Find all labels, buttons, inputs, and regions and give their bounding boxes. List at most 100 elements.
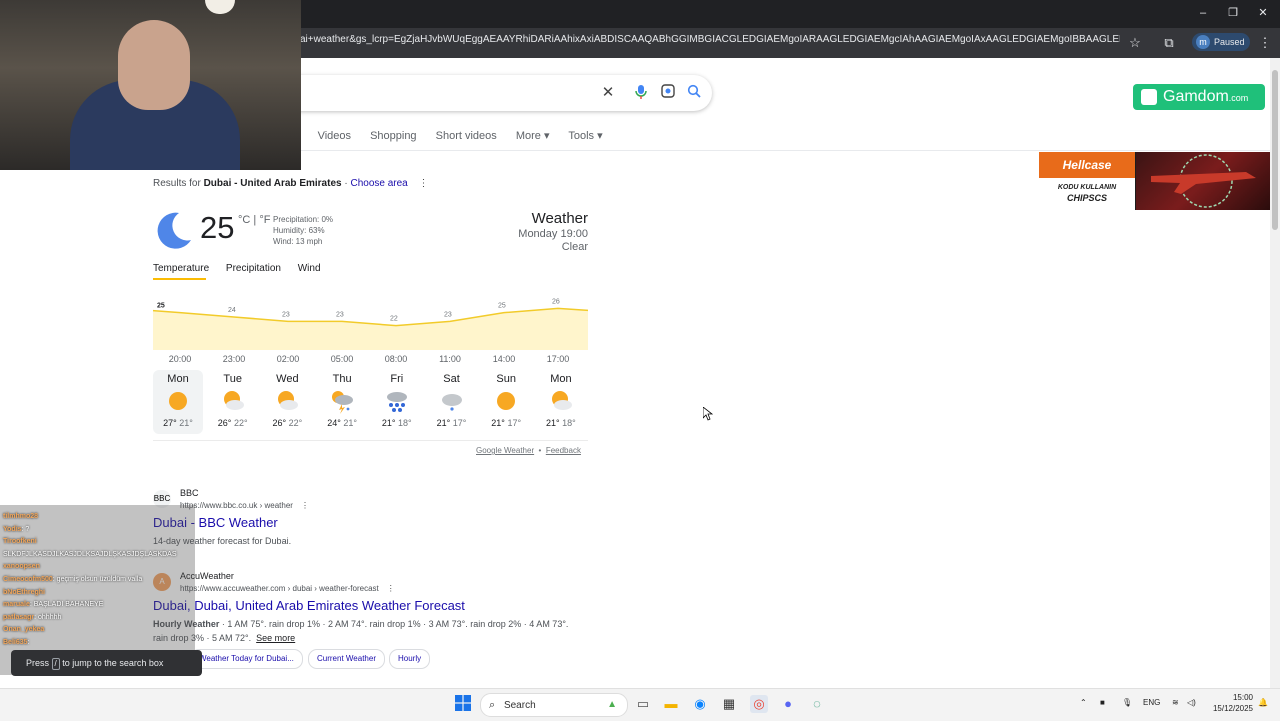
day-low: 18° bbox=[562, 418, 576, 428]
search-icon[interactable] bbox=[685, 84, 703, 102]
gamdom-ad[interactable]: Gamdom.com bbox=[1133, 84, 1265, 110]
sunny-icon bbox=[483, 390, 529, 416]
taskbar-search-label: Search bbox=[503, 700, 536, 711]
clock-time: 15:00 bbox=[1232, 693, 1253, 702]
day-forecast[interactable]: Sat 21° 17° bbox=[429, 372, 475, 428]
close-window-icon[interactable]: ✕ bbox=[1256, 6, 1270, 20]
partly-cloudy-icon bbox=[538, 390, 584, 416]
google-weather-link[interactable]: Google Weather bbox=[476, 446, 534, 455]
day-name: Mon bbox=[550, 373, 572, 385]
hellcase-code: CHIPSCS bbox=[1066, 193, 1107, 203]
profile-status: Paused bbox=[1214, 37, 1245, 47]
day-forecast[interactable]: Fri 21° 18° bbox=[374, 372, 420, 428]
day-temps: 24° 21° bbox=[319, 418, 365, 428]
weather-details: Precipitation: 0% Humidity: 63% Wind: 13… bbox=[273, 214, 333, 247]
tab-tools[interactable]: Tools ▾ bbox=[568, 130, 602, 142]
windows-start-icon[interactable] bbox=[454, 695, 472, 713]
extensions-icon[interactable]: ⧉ bbox=[1162, 36, 1176, 50]
clear-icon[interactable]: ✕ bbox=[599, 84, 617, 102]
result-snippet: Hourly Weather · 1 AM 75°. rain drop 1% … bbox=[153, 619, 568, 629]
tab-videos[interactable]: Videos bbox=[318, 130, 351, 142]
tab-short-videos[interactable]: Short videos bbox=[436, 130, 497, 142]
url-field[interactable]: ai+weather&gs_lcrp=EgZjaHJvbWUqEggAEAAYR… bbox=[300, 34, 1120, 50]
humidity-value: Humidity: 63% bbox=[273, 226, 325, 235]
day-high: 21° bbox=[381, 418, 396, 428]
day-low: 21° bbox=[343, 418, 357, 428]
chat-text: : BAŞLADI BAHANEYE bbox=[29, 601, 104, 609]
taskbar-clock[interactable]: 15:00 15/12/2025 bbox=[1205, 692, 1253, 714]
lamp bbox=[205, 0, 235, 14]
temperature-point-label: 23 bbox=[444, 311, 452, 318]
day-forecast[interactable]: Wed 26° 22° bbox=[264, 372, 310, 428]
microphone-icon[interactable] bbox=[632, 84, 650, 102]
day-high: 26° bbox=[217, 418, 232, 428]
scrollbar-thumb[interactable] bbox=[1272, 70, 1278, 230]
tab-temperature[interactable]: Temperature bbox=[153, 263, 209, 274]
chat-username: Tiroofkeni bbox=[3, 538, 37, 546]
minimize-icon[interactable]: – bbox=[1196, 6, 1210, 20]
weather-tabs: Temperature Precipitation Wind bbox=[153, 263, 335, 274]
temperature-point-label: 23 bbox=[282, 311, 290, 318]
day-forecast[interactable]: Mon 21° 18° bbox=[538, 372, 584, 428]
app-icon[interactable]: ◌ bbox=[808, 695, 826, 713]
unit-toggle[interactable]: °C | °F bbox=[238, 214, 270, 226]
discord-tray-icon[interactable]: ■ bbox=[1100, 698, 1105, 707]
choose-area-link[interactable]: Choose area bbox=[350, 178, 407, 189]
gamdom-suffix: .com bbox=[1228, 93, 1249, 103]
restore-icon[interactable]: ❐ bbox=[1226, 6, 1240, 20]
more-options-icon[interactable]: ⋮ bbox=[387, 584, 395, 593]
day-forecast[interactable]: Tue 26° 22° bbox=[210, 372, 256, 428]
temperature-chart: 25 24 23 23 22 23 25 26 bbox=[153, 298, 588, 350]
hourly-time-label: 08:00 bbox=[384, 354, 408, 364]
store-icon[interactable]: ▦ bbox=[720, 695, 738, 713]
hellcase-ad[interactable]: Hellcase KODU KULLANIN CHIPSCS bbox=[1039, 152, 1270, 210]
day-forecast[interactable]: Mon 27° 21° bbox=[155, 372, 201, 428]
chat-username: Beli635 bbox=[3, 639, 28, 646]
tray-chevron-icon[interactable]: ⌃ bbox=[1080, 698, 1087, 707]
day-forecast[interactable]: Sun 21° 17° bbox=[483, 372, 529, 428]
day-low: 21° bbox=[179, 418, 193, 428]
tab-wind[interactable]: Wind bbox=[298, 263, 321, 274]
edge-icon[interactable]: ◉ bbox=[691, 695, 709, 713]
volume-icon[interactable]: ◁) bbox=[1187, 698, 1196, 707]
day-forecast[interactable]: Thu 24° 21° bbox=[319, 372, 365, 428]
microphone-tray-icon[interactable]: 🎙 bbox=[1122, 698, 1132, 707]
more-options-icon[interactable]: ⋮ bbox=[301, 501, 309, 510]
heavy-rain-icon bbox=[374, 390, 420, 416]
profile-button[interactable]: m Paused bbox=[1192, 33, 1250, 51]
temperature-point-label: 25 bbox=[157, 303, 165, 310]
tab-more[interactable]: More ▾ bbox=[516, 130, 550, 142]
mouse-cursor-icon bbox=[702, 406, 714, 426]
hourly-time-label: 05:00 bbox=[330, 354, 354, 364]
chat-text: : ? bbox=[21, 525, 30, 533]
language-indicator[interactable]: ENG bbox=[1143, 698, 1160, 707]
see-more-link[interactable]: See more bbox=[256, 633, 295, 643]
chat-message: Tiroofkeni bbox=[3, 538, 37, 545]
wifi-icon[interactable]: ≋ bbox=[1172, 698, 1179, 707]
task-view-icon[interactable]: ▭ bbox=[634, 695, 652, 713]
discord-icon[interactable]: ● bbox=[779, 695, 797, 713]
file-explorer-icon[interactable]: ▬ bbox=[662, 695, 680, 713]
chat-message: Yodis: ? bbox=[3, 526, 29, 533]
menu-dots-icon[interactable]: ⋮ bbox=[1258, 36, 1272, 50]
day-temps: 21° 18° bbox=[374, 418, 420, 428]
bookmark-star-icon[interactable]: ☆ bbox=[1128, 36, 1142, 50]
more-options-icon[interactable]: ⋮ bbox=[419, 178, 429, 189]
notification-icon[interactable]: 🔔 bbox=[1258, 698, 1268, 707]
chrome-icon[interactable]: ◎ bbox=[750, 695, 768, 713]
chip-hourly[interactable]: Hourly bbox=[389, 649, 431, 669]
result-title-link[interactable]: Dubai, Dubai, United Arab Emirates Weath… bbox=[153, 598, 465, 613]
lens-icon[interactable] bbox=[659, 84, 677, 102]
taskbar-search[interactable]: ⌕ Search ▲ bbox=[480, 693, 628, 717]
current-temperature: 25 bbox=[200, 210, 235, 245]
feedback-link[interactable]: Feedback bbox=[546, 446, 581, 455]
chip-weather-today[interactable]: Weather Today for Dubai... bbox=[190, 649, 303, 669]
tooltip-pre: Press bbox=[26, 658, 50, 668]
tab-precipitation[interactable]: Precipitation bbox=[226, 263, 281, 274]
temperature-point-label: 26 bbox=[552, 298, 560, 305]
day-low: 22° bbox=[288, 418, 303, 428]
chip-current-weather[interactable]: Current Weather bbox=[308, 649, 385, 669]
streamer-face bbox=[118, 20, 190, 110]
search-tabs: s Videos Shopping Short videos More ▾ To… bbox=[293, 129, 619, 142]
tab-shopping[interactable]: Shopping bbox=[370, 130, 417, 142]
